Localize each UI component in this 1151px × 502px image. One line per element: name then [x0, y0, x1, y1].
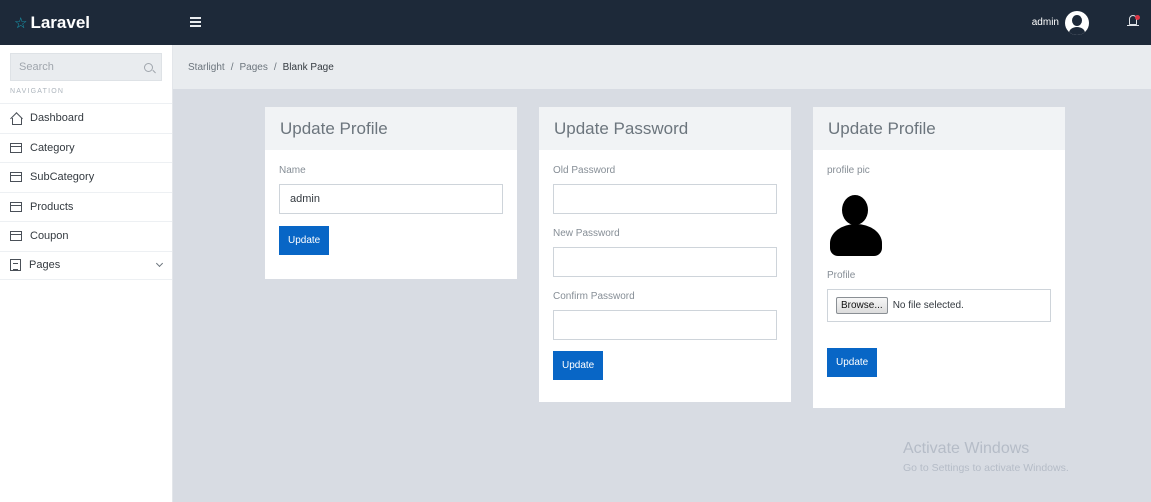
profile-picture [827, 190, 884, 260]
app-logo[interactable]: ☆ Laravel [0, 0, 173, 45]
sidebar-item-products[interactable]: Products [0, 191, 172, 222]
sidebar-item-subcategory[interactable]: SubCategory [0, 162, 172, 192]
profile-file-input[interactable]: Browse... No file selected. [827, 289, 1051, 322]
card-title: Update Profile [265, 107, 517, 150]
update-profile-picture-card: Update Profile profile pic Profile Brows… [813, 107, 1065, 408]
watermark-title: Activate Windows [903, 440, 1030, 457]
box-icon [10, 172, 22, 183]
notification-bell-icon[interactable] [1127, 15, 1140, 29]
old-password-field[interactable] [553, 184, 777, 214]
box-icon [10, 142, 22, 153]
sidebar-item-category[interactable]: Category [0, 132, 172, 163]
top-header: admin [173, 0, 1151, 45]
sidebar-item-label: Coupon [30, 230, 69, 243]
confirm-password-label: Confirm Password [553, 291, 635, 302]
search-placeholder: Search [19, 61, 54, 73]
update-profile-card: Update Profile Name admin Update [265, 107, 517, 279]
sidebar-item-label: Dashboard [30, 112, 84, 125]
home-icon [10, 113, 22, 125]
name-field-value: admin [290, 193, 320, 205]
nav-section-label: NAVIGATION [10, 88, 65, 95]
name-label: Name [279, 165, 306, 176]
sidebar-item-label: Category [30, 141, 75, 154]
search-icon[interactable] [144, 62, 153, 72]
hamburger-menu-icon[interactable] [190, 17, 201, 27]
sidebar-item-pages[interactable]: Pages [0, 250, 172, 280]
sidebar-item-coupon[interactable]: Coupon [0, 221, 172, 251]
box-icon [10, 231, 22, 242]
sidebar: Search NAVIGATION Dashboard Category Sub… [0, 45, 173, 502]
sidebar-item-label: Pages [29, 259, 61, 272]
sidebar-nav: Dashboard Category SubCategory Products … [0, 103, 172, 280]
search-input[interactable]: Search [10, 53, 162, 81]
breadcrumb-current: Blank Page [282, 61, 334, 73]
card-title: Update Password [539, 107, 791, 150]
breadcrumb-separator: / [230, 61, 234, 73]
box-icon [10, 201, 22, 212]
star-icon: ☆ [14, 14, 28, 32]
old-password-label: Old Password [553, 165, 616, 176]
new-password-field[interactable] [553, 247, 777, 277]
name-field[interactable]: admin [279, 184, 503, 214]
breadcrumb: Starlight / Pages / Blank Page [173, 45, 1151, 89]
chevron-down-icon[interactable] [155, 260, 164, 268]
file-status: No file selected. [892, 300, 964, 311]
sidebar-item-label: Products [30, 200, 74, 213]
app-logo-text: Laravel [30, 12, 90, 32]
document-icon [10, 259, 21, 272]
update-profile-button[interactable]: Update [279, 226, 330, 255]
breadcrumb-separator: / [273, 61, 277, 73]
browse-button[interactable]: Browse... [836, 297, 888, 314]
breadcrumb-link-starlight[interactable]: Starlight [188, 62, 225, 73]
update-profile-picture-button[interactable]: Update [827, 348, 878, 377]
user-menu[interactable]: admin [1032, 0, 1089, 45]
notification-dot [1135, 15, 1140, 20]
sidebar-item-label: SubCategory [30, 171, 95, 184]
user-name: admin [1031, 17, 1059, 28]
update-password-button[interactable]: Update [553, 351, 604, 380]
watermark-subtitle: Go to Settings to activate Windows. [903, 462, 1069, 474]
card-title: Update Profile [813, 107, 1065, 150]
confirm-password-field[interactable] [553, 310, 777, 340]
avatar [1065, 10, 1089, 35]
sidebar-item-dashboard[interactable]: Dashboard [0, 103, 172, 133]
breadcrumb-link-pages[interactable]: Pages [239, 62, 267, 73]
profile-file-label: Profile [827, 270, 856, 281]
profile-pic-label: profile pic [827, 165, 870, 176]
new-password-label: New Password [553, 228, 620, 239]
windows-activation-watermark: Activate Windows Go to Settings to activ… [903, 440, 1069, 474]
update-password-card: Update Password Old Password New Passwor… [539, 107, 791, 402]
